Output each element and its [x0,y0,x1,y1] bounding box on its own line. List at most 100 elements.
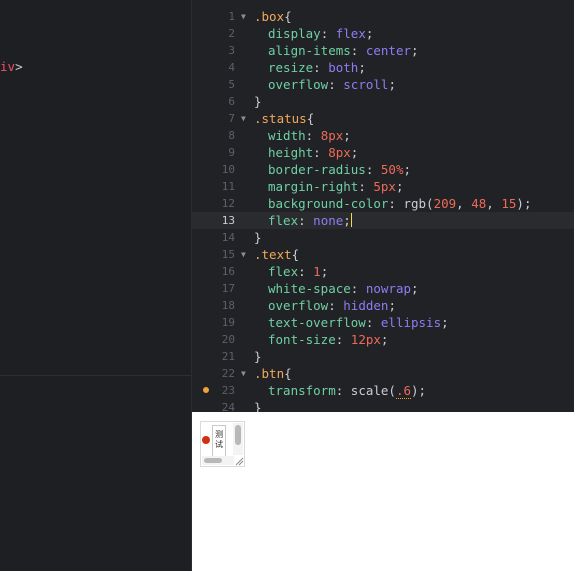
code-line[interactable]: 7 ▼ .status{ [192,110,574,127]
html-editor[interactable]: iv> [0,0,191,375]
code-token: 1 [313,264,321,279]
code-line[interactable]: 1 ▼ .box{ [192,8,574,25]
code-token: : [335,383,351,398]
line-number: 17 [221,282,235,295]
code-line[interactable]: 20 font-size: 12px; [192,331,574,348]
line-number: 1 [228,10,235,23]
code-line[interactable]: 10 border-radius: 50%; [192,161,574,178]
code-line[interactable]: 2 display: flex; [192,25,574,42]
scrollbar-thumb[interactable] [204,458,222,463]
code-token: : [335,332,351,347]
code-text: overflow: scroll; [268,76,396,93]
line-number: 10 [221,163,235,176]
text-cursor [350,213,352,227]
code-token: { [284,366,292,381]
demo-text: 测试 [212,425,226,457]
code-text: border-radius: 50%; [268,161,411,178]
code-token: ; [523,196,532,211]
code-token: { [284,9,292,24]
code-token: ) [411,383,419,398]
code-token: rgb( [403,196,434,211]
code-token: } [254,349,262,364]
code-token: resize [268,60,314,75]
line-number: 2 [228,27,235,40]
html-code-line[interactable]: iv> [0,58,23,75]
code-line[interactable]: 18 overflow: hidden; [192,297,574,314]
code-token: : [313,145,329,160]
code-token: : [298,264,314,279]
code-token: .status [254,111,307,126]
line-number: 3 [228,44,235,57]
code-token: } [254,400,262,412]
code-text: transform: scale(.6); [268,382,426,399]
css-editor-pane[interactable]: 1 ▼ .box{2 display: flex; 3 align-items: cent… [192,0,574,412]
fold-arrow-icon[interactable]: ▼ [241,110,250,127]
warning-dot-icon[interactable] [203,387,209,393]
code-token: : [358,179,374,194]
code-token: scale( [350,383,396,398]
fold-arrow-icon[interactable]: ▼ [241,365,250,382]
code-token: transform [268,383,336,398]
code-line[interactable]: 5 overflow: scroll; [192,76,574,93]
code-line[interactable]: 23 transform: scale(.6); [192,382,574,399]
code-line[interactable]: 4 resize: both; [192,59,574,76]
line-number: 16 [221,265,235,278]
code-line[interactable]: 6} [192,93,574,110]
demo-box[interactable]: 测试 [200,421,245,467]
code-line[interactable]: 19 text-overflow: ellipsis; [192,314,574,331]
code-token: , [486,196,502,211]
code-text: text-overflow: ellipsis; [268,314,449,331]
code-line[interactable]: 3 align-items: center; [192,42,574,59]
code-line[interactable]: 8 width: 8px; [192,127,574,144]
code-text: display: flex; [268,25,373,42]
code-line[interactable]: 24} [192,399,574,412]
vertical-scrollbar[interactable] [233,423,243,455]
code-token: border-radius [268,162,366,177]
code-token: : [365,315,381,330]
code-line[interactable]: 14} [192,229,574,246]
fold-arrow-icon[interactable]: ▼ [241,246,250,263]
code-token: flex [268,264,299,279]
code-token: ) [516,196,524,211]
code-line[interactable]: 9 height: 8px; [192,144,574,161]
code-token: .text [254,247,292,262]
code-line[interactable]: 16 flex: 1; [192,263,574,280]
code-token: width [268,128,306,143]
code-token: overflow [268,298,329,313]
code-token: margin-right [268,179,359,194]
fold-arrow-icon[interactable]: ▼ [241,8,250,25]
line-number: 9 [228,146,235,159]
line-number: 7 [228,112,235,125]
code-token: : [350,281,366,296]
code-token: overflow [268,77,329,92]
code-token: display [268,26,321,41]
code-line[interactable]: 22 ▼ .btn{ [192,365,574,382]
code-token: { [306,111,315,126]
code-token: .6 [395,383,412,399]
horizontal-scrollbar[interactable] [202,456,234,465]
code-line[interactable]: 15 ▼ .text{ [192,246,574,263]
js-editor[interactable] [0,376,191,571]
code-token: 209 [433,196,457,211]
code-line[interactable]: 21} [192,348,574,365]
html-editor-pane[interactable]: iv> [0,0,191,571]
code-line[interactable]: 17 white-space: nowrap; [192,280,574,297]
code-token: both [328,60,359,75]
line-number: 14 [221,231,235,244]
code-token: 8px [320,128,344,143]
code-token: ; [320,264,329,279]
code-line[interactable]: 13 flex: none; [192,212,574,229]
code-token: 12px [350,332,381,347]
scrollbar-thumb[interactable] [235,425,241,445]
code-token: ; [411,43,419,58]
code-token: flex [268,213,299,228]
code-token: : [328,298,344,313]
resize-handle-icon[interactable] [234,456,244,466]
code-token: ; [365,26,374,41]
code-line[interactable]: 11 margin-right: 5px; [192,178,574,195]
code-token: : [305,128,321,143]
code-line[interactable]: 12 background-color: rgb(209, 48, 15); [192,195,574,212]
code-token: hidden [343,298,389,313]
code-token: : [350,43,366,58]
code-token: } [254,94,262,109]
